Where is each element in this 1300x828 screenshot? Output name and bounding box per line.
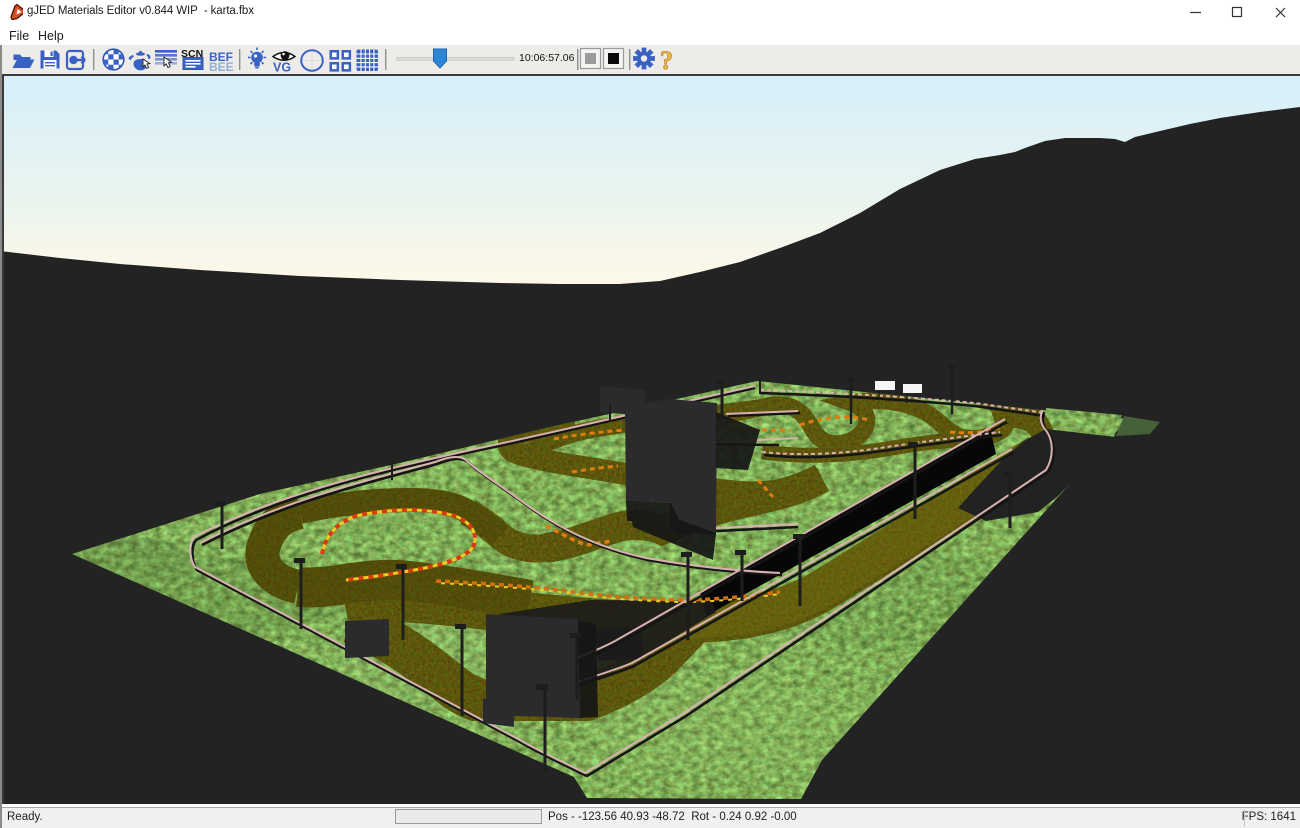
svg-text:BEE: BEE bbox=[209, 60, 234, 74]
svg-text:?: ? bbox=[660, 46, 673, 74]
svg-text:VG: VG bbox=[273, 61, 291, 75]
